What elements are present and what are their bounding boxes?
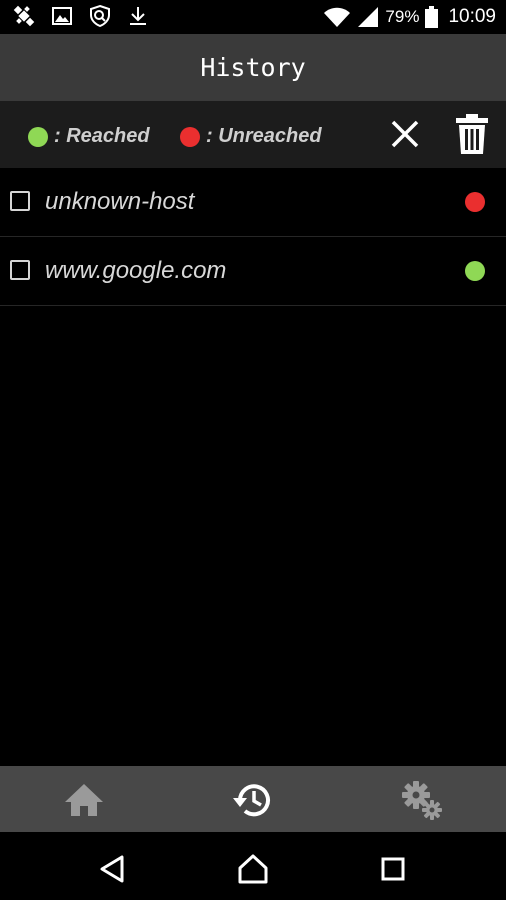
list-item[interactable]: www.google.com — [0, 237, 506, 306]
host-name: www.google.com — [45, 257, 227, 284]
legend-reached-label: : Reached — [54, 125, 150, 147]
status-bar: 79% 10:09 — [0, 0, 506, 34]
battery-icon — [425, 6, 439, 28]
reached-status-icon — [465, 261, 485, 281]
trash-icon[interactable] — [455, 113, 489, 155]
recents-icon[interactable] — [376, 852, 410, 886]
battery-percentage: 79% — [385, 7, 420, 26]
list-item[interactable]: unknown-host — [0, 168, 506, 237]
history-icon[interactable] — [231, 778, 275, 822]
status-icons-right: 79% 10:09 — [323, 3, 496, 31]
satellite-icon — [13, 5, 35, 27]
back-icon[interactable] — [96, 852, 130, 886]
settings-icon[interactable] — [400, 778, 444, 822]
home-circle-icon[interactable] — [236, 852, 270, 886]
app-bar: History — [0, 34, 506, 101]
unreached-dot-icon — [180, 126, 200, 147]
signal-icon — [358, 7, 379, 27]
download-icon — [130, 7, 146, 25]
legend-unreached: : Unreached — [180, 125, 322, 148]
unreached-status-icon — [465, 192, 485, 212]
history-list: unknown-host www.google.com — [0, 168, 506, 306]
bottom-nav — [0, 766, 506, 832]
row-checkbox[interactable] — [10, 260, 30, 280]
wifi-icon — [324, 7, 351, 27]
image-icon — [52, 7, 72, 25]
close-icon[interactable] — [388, 117, 422, 151]
legend-reached: : Reached — [28, 125, 150, 148]
host-name: unknown-host — [45, 188, 195, 215]
home-icon[interactable] — [62, 778, 106, 822]
clock: 10:09 — [448, 6, 496, 27]
status-icons-left — [12, 4, 150, 28]
system-nav — [0, 832, 506, 900]
row-checkbox[interactable] — [10, 191, 30, 211]
reached-dot-icon — [28, 126, 48, 147]
page-title: History — [200, 53, 306, 82]
shield-icon — [90, 4, 110, 28]
legend-bar: : Reached : Unreached — [0, 101, 506, 168]
legend-unreached-label: : Unreached — [206, 125, 322, 147]
